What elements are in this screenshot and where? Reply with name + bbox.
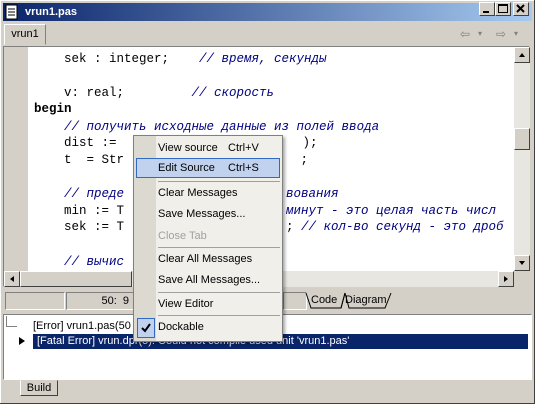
minimize-icon <box>483 11 489 13</box>
sheet-tabs-outline <box>305 292 392 309</box>
code-line: t = Str <box>34 153 125 167</box>
menu-separator <box>158 247 280 248</box>
arrow-right-icon <box>504 276 508 282</box>
menu-item-edit-source[interactable]: Edit Source <box>158 159 215 177</box>
code-line-tail: минут - это целая часть числ <box>286 204 497 218</box>
scroll-left-button[interactable] <box>4 271 20 287</box>
menu-separator <box>158 315 280 316</box>
arrow-up-icon <box>519 53 525 57</box>
arrow-left-icon[interactable]: ⇦ <box>460 27 470 41</box>
chevron-down-icon[interactable]: ▾ <box>478 27 482 41</box>
document-icon <box>5 4 18 20</box>
tab-vrun1[interactable]: vrun1 <box>4 24 46 45</box>
close-button[interactable] <box>513 2 529 16</box>
scroll-right-button[interactable] <box>498 271 514 287</box>
maximize-icon <box>498 4 508 13</box>
triangle-right-icon <box>19 337 25 345</box>
editor-gutter <box>4 47 28 271</box>
tree-line <box>6 316 17 327</box>
menu-item-clear-messages[interactable]: Clear Messages <box>158 184 237 202</box>
menu-item-save-all-messages[interactable]: Save All Messages... <box>158 271 260 289</box>
tab-label: vrun1 <box>11 28 39 40</box>
close-icon <box>516 4 525 13</box>
window-title: vrun1.pas <box>25 6 77 18</box>
chevron-down-icon[interactable]: ▾ <box>514 27 518 41</box>
cursor-position: 50: 9 <box>101 295 129 307</box>
check-icon <box>137 318 155 338</box>
status-pane <box>283 292 307 310</box>
scroll-down-button[interactable] <box>514 255 530 271</box>
scroll-corner <box>514 271 530 287</box>
file-tab-strip <box>3 22 532 46</box>
menu-item-close-tab: Close Tab <box>158 230 207 242</box>
menu-separator <box>158 292 280 293</box>
status-pane <box>5 292 65 310</box>
code-line: sek := T <box>34 220 125 234</box>
menu-item-view-source[interactable]: View source <box>158 139 218 157</box>
message-row[interactable]: [Error] vrun1.pas(50 <box>33 319 131 334</box>
menu-item-clear-all-messages[interactable]: Clear All Messages <box>158 250 252 268</box>
menu-shortcut: Ctrl+V <box>228 142 259 154</box>
vertical-scroll-thumb[interactable] <box>514 128 530 150</box>
code-line: // вычис <box>64 255 125 269</box>
arrow-left-icon <box>10 276 14 282</box>
code-line-tail: ); <box>280 136 318 150</box>
minimize-button[interactable] <box>479 2 495 16</box>
status-position-pane: 50: 9 <box>66 292 136 310</box>
code-line: // получить исходные данные из полей вво… <box>64 120 380 134</box>
menu-item-view-editor[interactable]: View Editor <box>158 295 213 313</box>
menu-item-dockable[interactable]: Dockable <box>158 318 204 336</box>
code-line-tail: вования <box>286 187 339 201</box>
menu-item-save-messages[interactable]: Save Messages... <box>158 205 245 223</box>
code-line: sek : integer; // время, секунды <box>34 52 327 66</box>
title-bar[interactable]: vrun1.pas <box>3 3 532 21</box>
menu-separator <box>158 181 280 182</box>
code-line: min := T <box>34 204 125 218</box>
horizontal-scroll-thumb[interactable] <box>20 271 132 287</box>
menu-shortcut: Ctrl+S <box>228 162 259 174</box>
code-line: dist := <box>34 136 117 150</box>
code-line-tail: ; // кол-во секунд - это дроб <box>286 220 504 234</box>
arrow-right-icon[interactable]: ⇨ <box>496 27 506 41</box>
arrow-down-icon <box>519 261 525 265</box>
code-line: begin <box>34 102 72 116</box>
code-line: v: real; // скорость <box>34 86 275 100</box>
vertical-scrollbar[interactable] <box>514 47 530 271</box>
scroll-up-button[interactable] <box>514 47 530 63</box>
code-line: // преде <box>64 187 125 201</box>
maximize-button[interactable] <box>495 2 511 16</box>
tab-build[interactable]: Build <box>20 380 58 396</box>
